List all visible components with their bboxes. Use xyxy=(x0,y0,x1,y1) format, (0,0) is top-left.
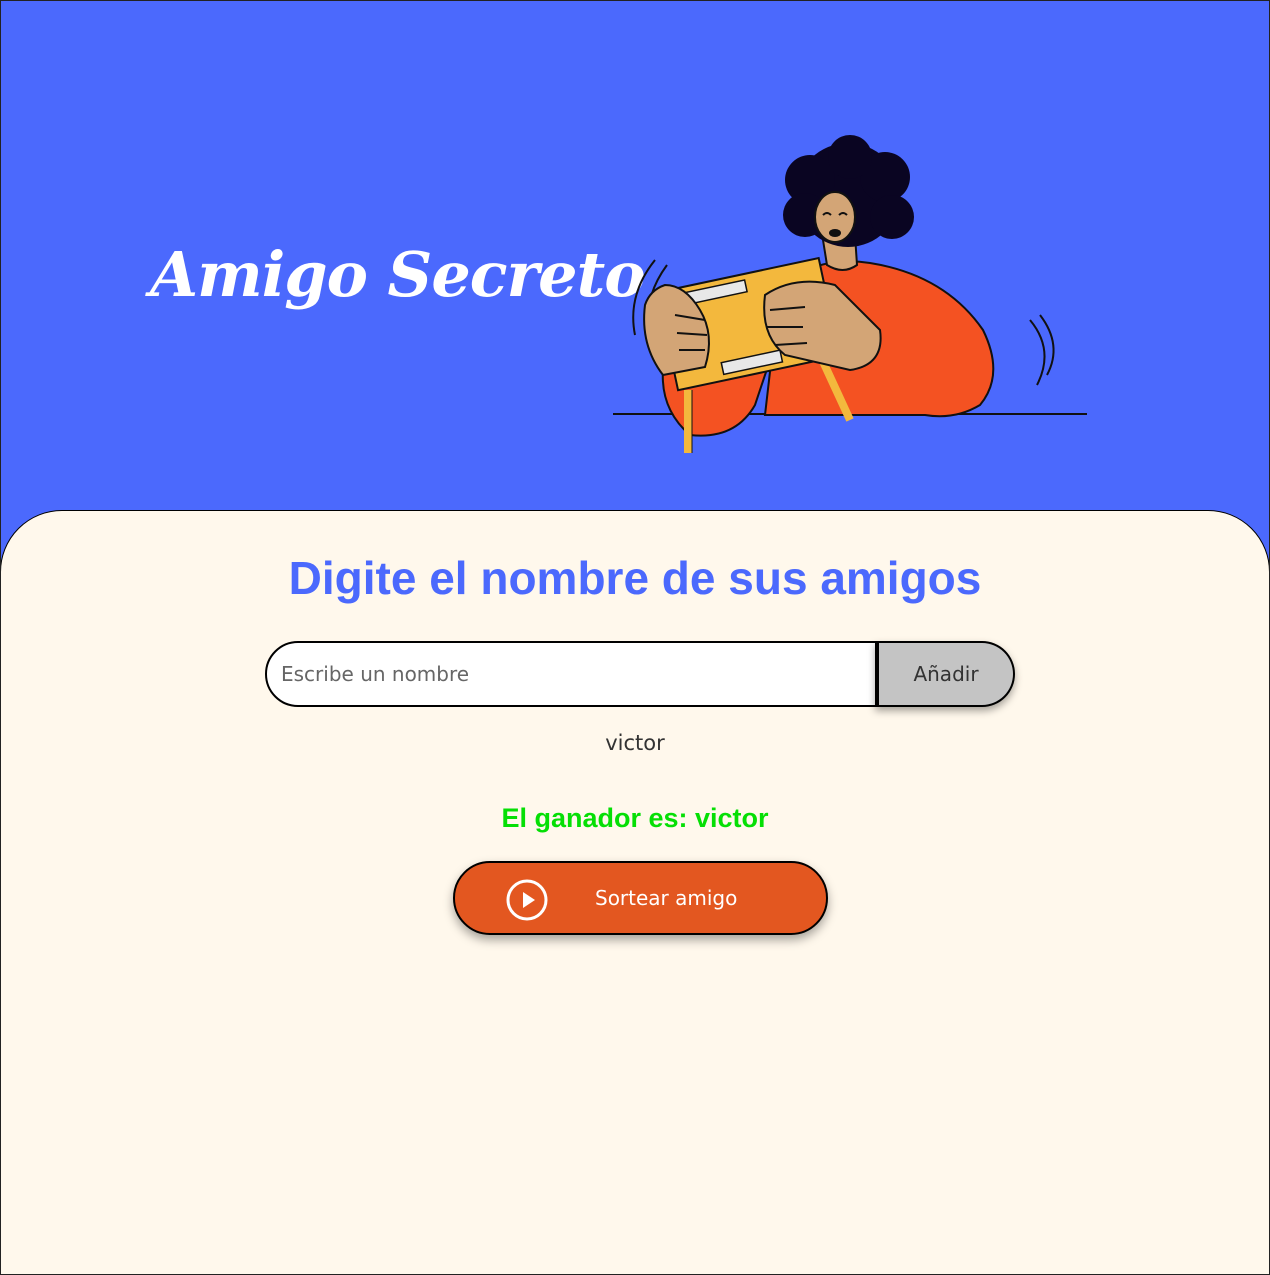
header-banner: Amigo Secreto xyxy=(0,0,1270,512)
draw-button-label: Sortear amigo xyxy=(595,886,738,910)
play-circle-icon xyxy=(506,879,548,921)
draw-friend-button[interactable]: Sortear amigo xyxy=(453,861,828,935)
section-title: Digite el nombre de sus amigos xyxy=(288,552,982,604)
add-button[interactable]: Añadir xyxy=(875,641,1015,707)
app-title: Amigo Secreto xyxy=(150,238,646,311)
result-text: El ganador es: victor xyxy=(501,803,769,833)
name-input[interactable] xyxy=(265,641,877,707)
person-shaking-gift-box-illustration xyxy=(613,135,1087,453)
main-panel: Digite el nombre de sus amigos Añadir vi… xyxy=(0,510,1270,1275)
add-friend-form: Añadir xyxy=(265,641,1015,707)
list-item: victor xyxy=(605,731,665,755)
friends-list: victor xyxy=(1,731,1269,755)
